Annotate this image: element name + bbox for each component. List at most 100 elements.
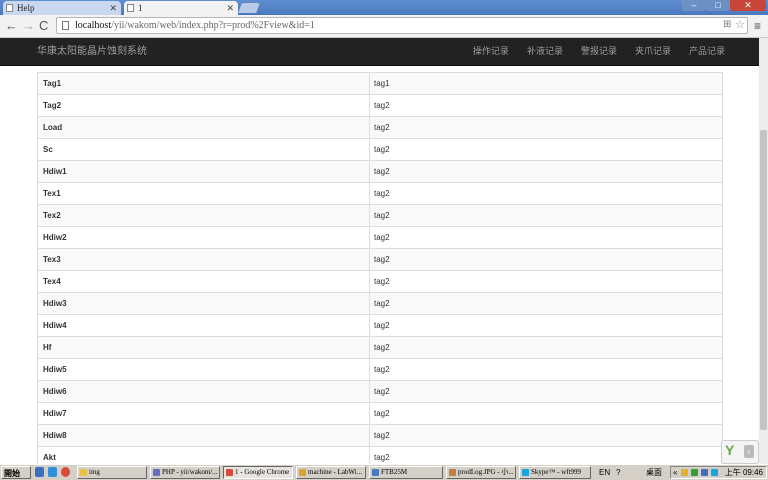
top-navbar: 华康太阳能晶片蚀刻系统 操作记录 补液记录 警报记录 夹爪记录 产品记录	[0, 38, 759, 66]
chrome-icon[interactable]	[61, 467, 70, 477]
new-tab-button[interactable]	[238, 3, 260, 13]
attribute-value: tag2	[374, 343, 390, 352]
taskbar-button[interactable]: machine - LabWi...	[296, 466, 366, 479]
taskbar-button[interactable]: 1 - Google Chrome	[223, 466, 293, 479]
tab-title: 1	[138, 3, 143, 13]
table-row: Tag1 tag1	[38, 72, 722, 94]
maximize-window-button[interactable]: □	[706, 0, 730, 11]
url-text[interactable]: localhost/yii/wakom/web/index.php?r=prod…	[75, 18, 315, 33]
table-row: Hdiw5 tag2	[38, 358, 722, 380]
attribute-label: Sc	[38, 139, 370, 160]
taskbar-button-label: prodLog.JPG - 小...	[458, 468, 514, 476]
nav-link-product-log[interactable]: 产品记录	[689, 38, 725, 65]
tab-active[interactable]: 1 ✕	[124, 1, 238, 15]
tray-icons	[681, 469, 718, 476]
table-row: Tex4 tag2	[38, 270, 722, 292]
translate-icon[interactable]: ⊞	[723, 19, 731, 30]
attribute-label: Hdiw2	[38, 227, 370, 248]
taskbar-button[interactable]: img	[77, 466, 147, 479]
page-icon	[62, 21, 69, 30]
attribute-label: Hdiw8	[38, 425, 370, 446]
app-icon	[522, 469, 529, 476]
tray-app-icon[interactable]	[701, 469, 708, 476]
nav-link-refill-log[interactable]: 补液记录	[527, 38, 563, 65]
app-icon	[299, 469, 306, 476]
app-icon	[153, 469, 160, 476]
tray-app-icon[interactable]	[691, 469, 698, 476]
help-icon[interactable]: ?	[616, 467, 620, 478]
back-arrow-icon[interactable]: ←	[5, 18, 18, 34]
attribute-value: tag2	[374, 299, 390, 308]
attribute-label: Hdiw4	[38, 315, 370, 336]
taskbar-button[interactable]: Skype™ - wft999	[519, 466, 591, 479]
windows-taskbar: 開始 img PHP - yii/wakom/... 1 - Google Chro…	[0, 464, 768, 480]
attribute-label: Hdiw3	[38, 293, 370, 314]
chevron-left-icon[interactable]: ‹	[744, 445, 754, 458]
attribute-label: Tag2	[38, 95, 370, 116]
page-icon	[6, 4, 13, 12]
attribute-value: tag2	[374, 277, 390, 286]
attribute-label: Tex2	[38, 205, 370, 226]
attribute-label: Hdiw6	[38, 381, 370, 402]
nav-link-operation-log[interactable]: 操作记录	[473, 38, 509, 65]
attribute-value: tag2	[374, 123, 390, 132]
app-icon	[226, 469, 233, 476]
taskbar-button[interactable]: PHP - yii/wakom/...	[150, 466, 220, 479]
app-icon	[372, 469, 379, 476]
ie-icon[interactable]	[48, 467, 57, 477]
page-icon	[127, 4, 134, 12]
skype-tray-icon[interactable]	[711, 469, 718, 476]
tray-app-icon[interactable]	[681, 469, 688, 476]
attribute-value: tag2	[374, 233, 390, 242]
menu-icon[interactable]: ≡	[754, 18, 761, 34]
attribute-label: Load	[38, 117, 370, 138]
page-scrollbar[interactable]	[759, 38, 768, 464]
tab-title: Help	[17, 3, 35, 13]
tab-close-icon[interactable]: ✕	[226, 1, 234, 15]
desktop-toolbar-label[interactable]: 桌面	[646, 467, 662, 478]
attribute-value: tag2	[374, 145, 390, 154]
show-desktop-icon[interactable]	[35, 467, 44, 477]
bookmark-star-icon[interactable]: ☆	[735, 18, 745, 31]
attribute-label: Hdiw1	[38, 161, 370, 182]
nav-link-gripper-log[interactable]: 夹爪记录	[635, 38, 671, 65]
tray-expand-icon[interactable]: «	[673, 467, 677, 478]
attribute-label: Hdiw5	[38, 359, 370, 380]
browser-tab-strip: Help ✕ 1 ✕ – □ ✕	[0, 0, 768, 15]
forward-arrow-icon[interactable]: →	[22, 18, 35, 34]
nav-link-alarm-log[interactable]: 警报记录	[581, 38, 617, 65]
scrollbar-thumb[interactable]	[760, 130, 767, 430]
attribute-value: tag2	[374, 431, 390, 440]
taskbar-button-label: PHP - yii/wakom/...	[162, 468, 218, 476]
close-window-button[interactable]: ✕	[730, 0, 766, 11]
table-row: Tag2 tag2	[38, 94, 722, 116]
clock[interactable]: 上午 09:46	[725, 467, 763, 478]
browser-toolbar: ← → C localhost/yii/wakom/web/index.php?…	[0, 15, 768, 38]
attribute-value: tag2	[374, 255, 390, 264]
attribute-value: tag2	[374, 365, 390, 374]
attribute-label: Tex1	[38, 183, 370, 204]
minimize-window-button[interactable]: –	[682, 0, 706, 11]
start-button[interactable]: 開始	[1, 466, 31, 479]
language-indicator[interactable]: EN	[599, 467, 610, 478]
taskbar-button[interactable]: prodLog.JPG - 小...	[446, 466, 516, 479]
address-bar[interactable]: localhost/yii/wakom/web/index.php?r=prod…	[56, 17, 748, 34]
brand-title[interactable]: 华康太阳能晶片蚀刻系统	[37, 38, 147, 65]
table-row: Hdiw4 tag2	[38, 314, 722, 336]
attribute-value: tag2	[374, 189, 390, 198]
reload-icon[interactable]: C	[39, 18, 48, 34]
attribute-label: Hdiw7	[38, 403, 370, 424]
table-row: Hf tag2	[38, 336, 722, 358]
url-host: localhost	[75, 20, 112, 31]
attribute-value: tag2	[374, 101, 390, 110]
attribute-value: tag2	[374, 321, 390, 330]
taskbar-button[interactable]: FTB25M	[369, 466, 443, 479]
yii-debug-toolbar[interactable]: Y ‹	[721, 440, 759, 464]
app-icon	[80, 469, 87, 476]
tab-help[interactable]: Help ✕	[3, 1, 121, 15]
taskbar-button-label: Skype™ - wft999	[531, 468, 582, 476]
table-row: Sc tag2	[38, 138, 722, 160]
app-icon	[449, 469, 456, 476]
tab-close-icon[interactable]: ✕	[109, 1, 117, 15]
taskbar-button-label: img	[89, 468, 100, 476]
